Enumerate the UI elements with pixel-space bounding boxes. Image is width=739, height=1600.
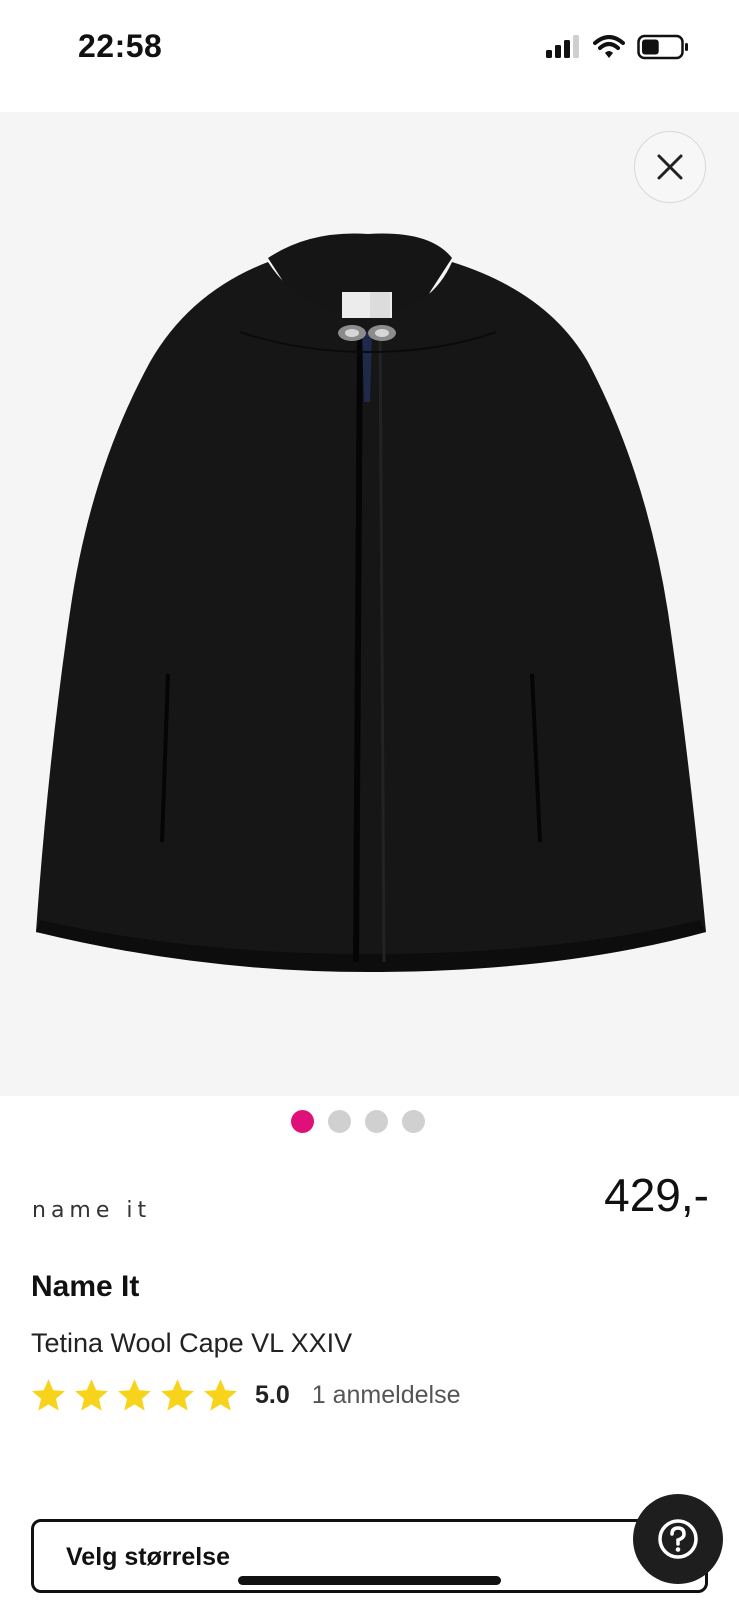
gallery-pagination-dots[interactable] <box>0 1110 727 1133</box>
cellular-signal-icon <box>546 35 579 58</box>
review-count-link[interactable]: 1 anmeldelse <box>312 1381 461 1410</box>
product-rating[interactable]: 5.0 1 anmeldelse <box>30 1378 460 1413</box>
status-bar: 22:58 <box>0 0 739 96</box>
pagination-dot[interactable] <box>364 1110 388 1133</box>
pagination-dot[interactable] <box>290 1110 314 1133</box>
star-icon <box>204 1379 237 1411</box>
brand-name[interactable]: Name It <box>31 1270 139 1304</box>
question-mark-icon <box>658 1519 698 1559</box>
size-selector-label: Velg størrelse <box>66 1543 230 1571</box>
star-icon <box>75 1379 108 1411</box>
wifi-icon <box>593 35 625 58</box>
status-time: 22:58 <box>78 28 163 64</box>
status-icons <box>545 34 689 60</box>
star-icon <box>32 1379 65 1411</box>
close-icon <box>657 154 683 180</box>
help-button[interactable] <box>633 1494 723 1584</box>
star-icon <box>118 1379 151 1411</box>
close-button[interactable] <box>634 131 706 203</box>
pagination-dot[interactable] <box>401 1110 425 1133</box>
brand-logo[interactable]: name it <box>32 1198 151 1223</box>
black-wool-cape-image <box>36 233 706 972</box>
battery-icon <box>637 34 688 60</box>
pagination-dot[interactable] <box>327 1110 351 1133</box>
product-price: 429,- <box>604 1169 709 1221</box>
rating-value: 5.0 <box>255 1381 290 1409</box>
star-icon <box>161 1379 194 1411</box>
rating-stars <box>30 1378 239 1413</box>
product-image-gallery[interactable] <box>0 112 739 1096</box>
home-indicator <box>238 1576 501 1585</box>
product-title: Tetina Wool Cape VL XXIV <box>31 1328 353 1358</box>
